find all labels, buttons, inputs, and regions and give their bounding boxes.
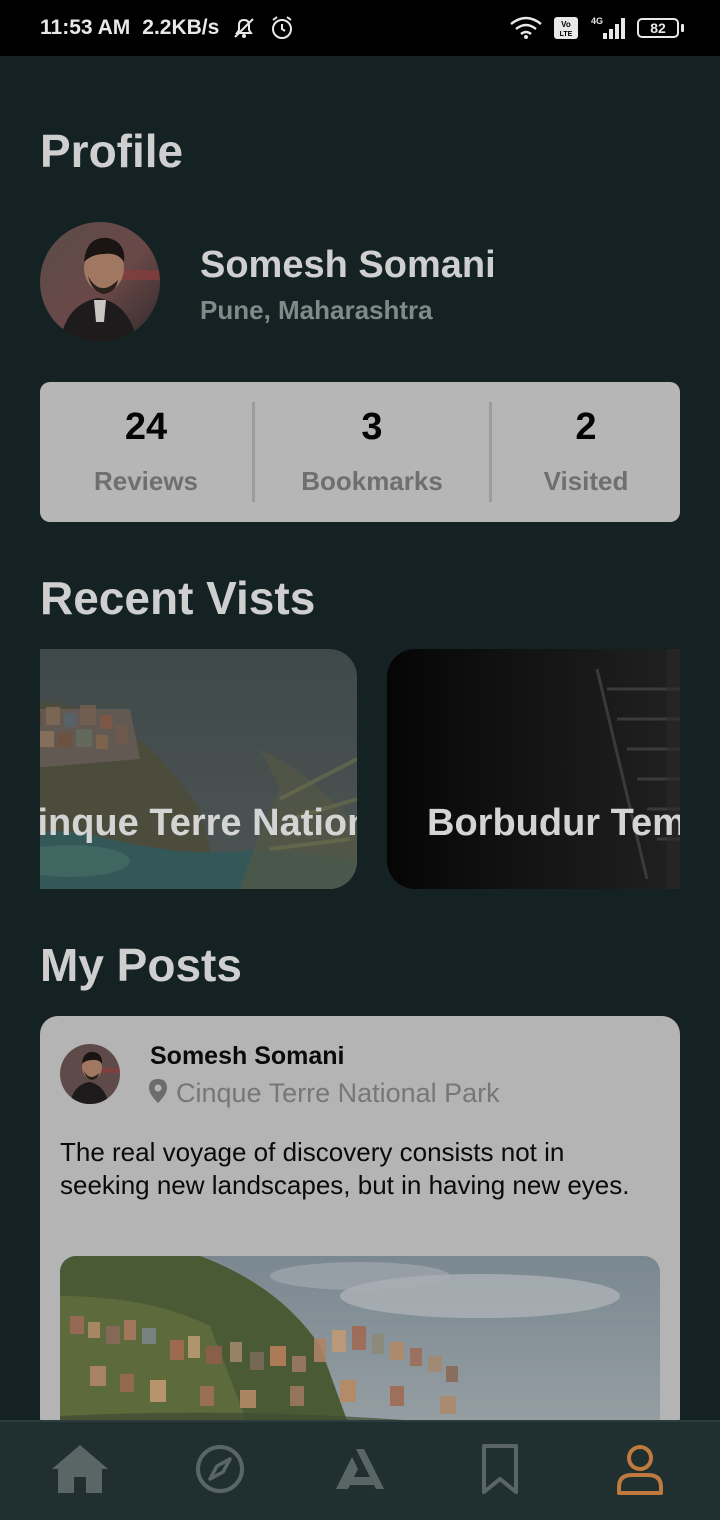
post-location-row[interactable]: Cinque Terre National Park bbox=[148, 1078, 500, 1109]
stat-value: 3 bbox=[361, 405, 383, 448]
svg-text:LTE: LTE bbox=[560, 31, 573, 38]
location-pin-icon bbox=[148, 1078, 168, 1109]
visit-label: Borbudur Temple bbox=[427, 802, 680, 844]
svg-text:Vo: Vo bbox=[561, 20, 571, 29]
stat-bookmarks[interactable]: 3 Bookmarks bbox=[255, 382, 489, 522]
bookmark-icon bbox=[480, 1443, 520, 1500]
profile-avatar[interactable] bbox=[40, 222, 160, 342]
wifi-icon bbox=[509, 16, 543, 40]
post-card[interactable]: Somesh Somani Cinque Terre National Park… bbox=[40, 1016, 680, 1436]
signal-icon: 4G bbox=[589, 15, 627, 41]
bottom-navigation bbox=[0, 1420, 720, 1520]
visit-card[interactable]: Cinque Terre National Park bbox=[40, 649, 357, 889]
stat-value: 24 bbox=[124, 405, 168, 448]
page-title: Profile bbox=[40, 125, 184, 177]
status-bar: 11:53 AM 2.2KB/s Vo LTE 4G 82 bbox=[0, 0, 720, 56]
stat-value: 2 bbox=[575, 405, 597, 448]
post-text: The real voyage of discovery consists no… bbox=[60, 1137, 630, 1200]
nav-home[interactable] bbox=[40, 1431, 120, 1511]
recent-visits-title: Recent Vists bbox=[40, 572, 316, 624]
visit-label: Cinque Terre National Park bbox=[40, 802, 357, 844]
post-image[interactable] bbox=[60, 1256, 660, 1436]
app-logo-icon bbox=[334, 1447, 386, 1496]
mute-icon bbox=[231, 15, 257, 41]
battery-level: 82 bbox=[637, 18, 679, 38]
stat-reviews[interactable]: 24 Reviews bbox=[40, 382, 252, 522]
stat-label: Reviews bbox=[93, 465, 199, 496]
home-icon bbox=[50, 1443, 110, 1500]
svg-text:4G: 4G bbox=[591, 16, 603, 26]
nav-explore[interactable] bbox=[180, 1431, 260, 1511]
profile-location: Pune, Maharashtra bbox=[200, 295, 433, 325]
post-location: Cinque Terre National Park bbox=[176, 1078, 500, 1108]
nav-app[interactable] bbox=[320, 1431, 400, 1511]
my-posts-title: My Posts bbox=[40, 939, 242, 991]
recent-visits-carousel[interactable]: Cinque Terre National Park bbox=[40, 649, 680, 889]
compass-icon bbox=[194, 1443, 246, 1500]
post-author: Somesh Somani bbox=[150, 1042, 345, 1070]
battery-icon: 82 bbox=[637, 18, 684, 38]
status-time: 11:53 AM bbox=[40, 16, 131, 39]
stat-visited[interactable]: 2 Visited bbox=[492, 382, 680, 522]
network-speed: 2.2KB/s bbox=[142, 16, 220, 39]
stats-card: 24 Reviews 3 Bookmarks 2 Visited bbox=[40, 382, 680, 522]
profile-name: Somesh Somani bbox=[200, 244, 496, 286]
stat-label: Bookmarks bbox=[301, 465, 443, 496]
nav-bookmarks[interactable] bbox=[460, 1431, 540, 1511]
nav-profile[interactable] bbox=[600, 1431, 680, 1511]
profile-icon bbox=[616, 1443, 664, 1500]
alarm-icon bbox=[269, 15, 295, 41]
volte-icon: Vo LTE bbox=[553, 16, 579, 40]
post-avatar[interactable] bbox=[60, 1044, 120, 1104]
visit-card[interactable]: Borbudur Temple bbox=[387, 649, 680, 889]
stat-label: Visited bbox=[543, 465, 629, 496]
